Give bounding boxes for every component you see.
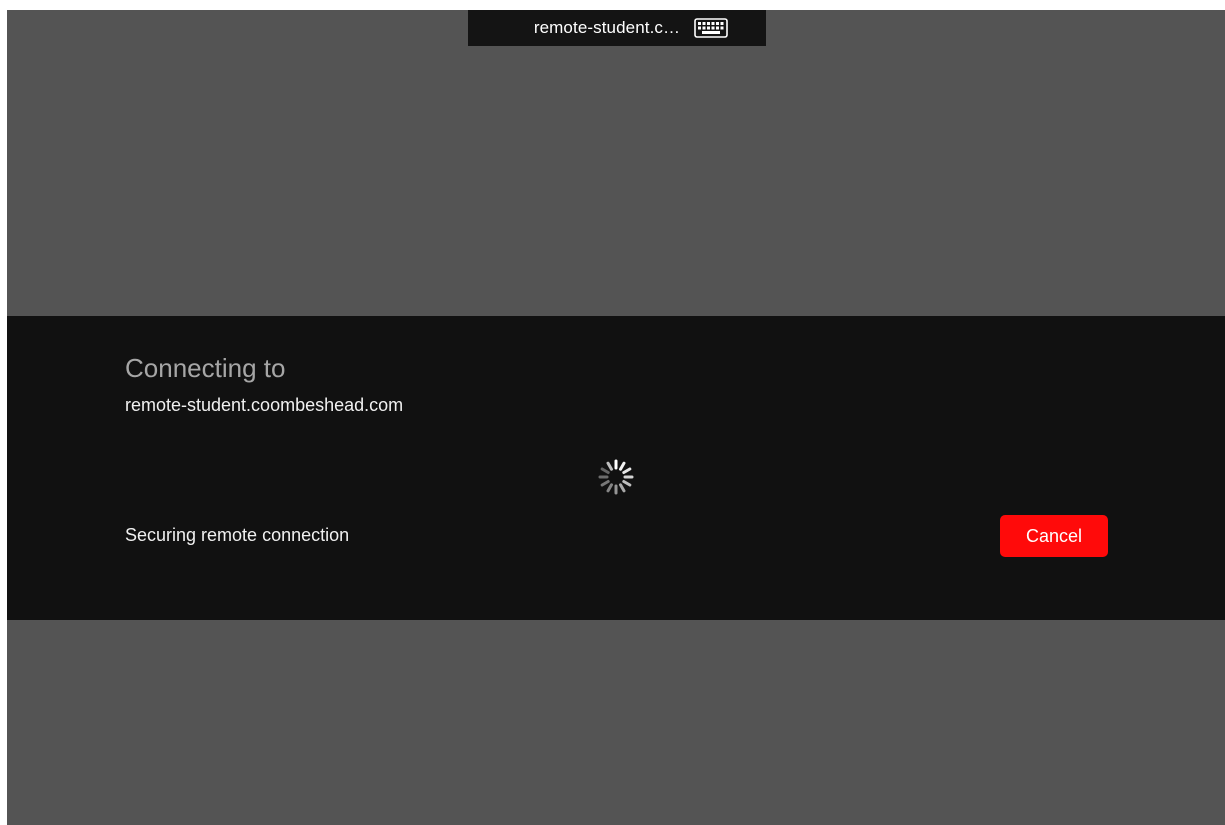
session-title-bar: remote-student.c… <box>468 10 766 46</box>
cancel-button[interactable]: Cancel <box>1000 515 1108 557</box>
host-address: remote-student.coombeshead.com <box>125 395 404 415</box>
keyboard-icon[interactable] <box>694 18 728 38</box>
remote-desktop-screen: remote-student.c… Connecting to remote-s… <box>7 10 1225 825</box>
connection-status: Securing remote connection <box>125 525 350 545</box>
loading-spinner-icon <box>596 457 636 497</box>
connecting-dialog: Connecting to remote-student.coombeshead… <box>7 316 1225 620</box>
dialog-heading: Connecting to <box>125 353 286 383</box>
session-title: remote-student.c… <box>533 18 681 37</box>
